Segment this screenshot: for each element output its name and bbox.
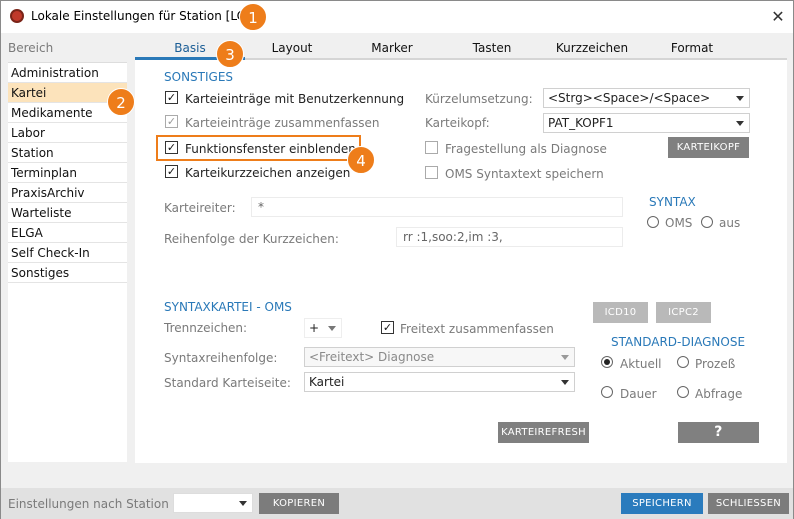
app-icon xyxy=(10,9,24,23)
check-zusammenfassen-label: Karteieinträge zusammenfassen xyxy=(185,116,380,130)
check-kurzzeichen[interactable]: ✓ xyxy=(165,165,178,178)
callout-badge-3: 3 xyxy=(216,40,244,68)
karteireiter-input[interactable]: * xyxy=(251,197,623,217)
radio-prozess-label: Prozeß xyxy=(695,357,736,371)
kopieren-button[interactable]: KOPIEREN xyxy=(259,493,339,514)
standard-diagnose-header: STANDARD-DIAGNOSE xyxy=(611,335,746,349)
karteiseite-label: Standard Karteiseite: xyxy=(164,376,291,390)
karteiseite-select[interactable]: Kartei xyxy=(304,372,575,392)
window-title: Lokale Einstellungen für Station [LOC] xyxy=(31,9,260,23)
syntaxfolge-label: Syntaxreihenfolge: xyxy=(164,351,278,365)
syntaxfolge-select-value: <Freitext> Diagnose xyxy=(309,350,435,364)
speichern-button[interactable]: SPEICHERN xyxy=(621,493,703,514)
help-button[interactable]: ? xyxy=(678,422,759,443)
radio-abfrage-label: Abfrage xyxy=(695,387,743,401)
tab-layout[interactable]: Layout xyxy=(245,38,339,60)
reihenfolge-input[interactable]: rr :1,soo:2,im :3, xyxy=(396,227,623,247)
check-benutzerkennung-label: Karteieinträge mit Benutzerkennung xyxy=(185,92,405,106)
callout-badge-2: 2 xyxy=(107,88,135,116)
sidebar-header: Bereich xyxy=(8,41,54,55)
radio-aus[interactable] xyxy=(701,216,713,228)
schliessen-button[interactable]: SCHLIESSEN xyxy=(708,493,789,514)
check-oms-syntax-label: OMS Syntaxtext speichern xyxy=(445,167,604,181)
kuerzel-label: Kürzelumsetzung: xyxy=(425,92,533,106)
sidebar-item-elga[interactable]: ELGA xyxy=(8,223,127,243)
tab-marker[interactable]: Marker xyxy=(345,38,439,60)
radio-oms-label: OMS xyxy=(665,216,693,230)
radio-aktuell-label: Aktuell xyxy=(620,357,662,371)
sidebar-item-labor[interactable]: Labor xyxy=(8,123,127,143)
station-select[interactable] xyxy=(173,493,253,513)
kuerzel-select-value: <Strg><Space>/<Space> xyxy=(548,91,711,105)
karteikopf-button[interactable]: KARTEIKOPF xyxy=(668,137,749,158)
icd10-button[interactable]: ICD10 xyxy=(593,302,648,323)
check-oms-syntax[interactable] xyxy=(425,166,438,179)
title-bar: Lokale Einstellungen für Station [LOC] ✕ xyxy=(1,1,793,33)
syntaxkartei-header: SYNTAXKARTEI - OMS xyxy=(164,300,292,314)
check-freitext-label: Freitext zusammenfassen xyxy=(400,322,554,336)
section-sonstiges-header: SONSTIGES xyxy=(164,70,234,84)
karteireiter-label: Karteireiter: xyxy=(164,201,236,215)
karteikopf-select[interactable]: PAT_KOPF1 xyxy=(543,113,750,133)
tab-kurzzeichen[interactable]: Kurzzeichen xyxy=(539,38,645,60)
check-fragestellung-label: Fragestellung als Diagnose xyxy=(445,142,607,156)
chevron-down-icon xyxy=(561,380,569,385)
check-funktionsfenster[interactable]: ✓ xyxy=(165,141,178,154)
trenn-select-value: + xyxy=(309,321,320,335)
sidebar-item-praxisarchiv[interactable]: PraxisArchiv xyxy=(8,183,127,203)
check-fragestellung[interactable] xyxy=(425,141,438,154)
kuerzel-select[interactable]: <Strg><Space>/<Space> xyxy=(543,88,750,108)
tab-format[interactable]: Format xyxy=(645,38,739,60)
icpc2-button[interactable]: ICPC2 xyxy=(656,302,711,323)
syntaxfolge-select[interactable]: <Freitext> Diagnose xyxy=(304,347,575,367)
check-funktionsfenster-label: Funktionsfenster einblenden xyxy=(185,142,356,156)
trenn-label: Trennzeichen: xyxy=(164,321,248,335)
check-zusammenfassen: ✓ xyxy=(165,115,178,128)
callout-badge-4: 4 xyxy=(347,146,375,174)
sidebar-item-warteliste[interactable]: Warteliste xyxy=(8,203,127,223)
reihenfolge-label: Reihenfolge der Kurzzeichen: xyxy=(164,232,339,246)
chevron-down-icon xyxy=(736,121,744,126)
chevron-down-icon xyxy=(239,501,247,506)
close-icon[interactable]: ✕ xyxy=(765,5,791,29)
sidebar-item-self-check-in[interactable]: Self Check-In xyxy=(8,243,127,263)
chevron-down-icon xyxy=(736,96,744,101)
radio-aktuell[interactable] xyxy=(601,356,613,368)
chevron-down-icon xyxy=(328,326,336,331)
trenn-select[interactable]: + xyxy=(304,318,342,338)
check-freitext[interactable]: ✓ xyxy=(381,321,394,334)
tab-tasten[interactable]: Tasten xyxy=(445,38,539,60)
syntax-header: SYNTAX xyxy=(649,195,696,209)
radio-aus-label: aus xyxy=(719,216,741,230)
radio-oms[interactable] xyxy=(647,216,659,228)
karteikopf-select-value: PAT_KOPF1 xyxy=(548,116,614,130)
sidebar-item-station[interactable]: Station xyxy=(8,143,127,163)
sidebar-item-terminplan[interactable]: Terminplan xyxy=(8,163,127,183)
karteirefresh-button[interactable]: KARTEIREFRESH xyxy=(498,422,589,443)
check-benutzerkennung[interactable]: ✓ xyxy=(165,91,178,104)
radio-dauer-label: Dauer xyxy=(620,387,657,401)
karteikopf-label: Karteikopf: xyxy=(425,116,490,130)
sidebar-item-sonstiges[interactable]: Sonstiges xyxy=(8,263,127,283)
karteiseite-select-value: Kartei xyxy=(309,375,345,389)
check-kurzzeichen-label: Karteikurzzeichen anzeigen xyxy=(185,166,351,180)
radio-dauer[interactable] xyxy=(601,386,613,398)
sidebar: Administration Kartei Medikamente Labor … xyxy=(8,62,127,462)
radio-prozess[interactable] xyxy=(677,356,689,368)
station-label: Einstellungen nach Station xyxy=(8,497,169,511)
sidebar-item-administration[interactable]: Administration xyxy=(8,63,127,83)
chevron-down-icon xyxy=(561,355,569,360)
radio-abfrage[interactable] xyxy=(677,386,689,398)
settings-window: Lokale Einstellungen für Station [LOC] ✕… xyxy=(0,0,794,519)
callout-badge-1: 1 xyxy=(239,3,267,31)
